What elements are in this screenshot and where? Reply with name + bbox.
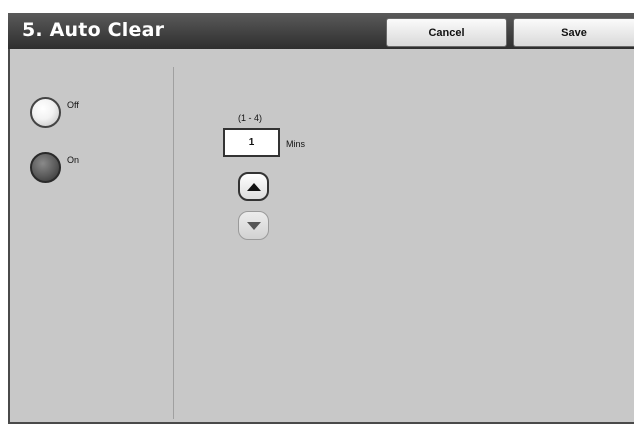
increment-button[interactable] (238, 172, 269, 201)
cancel-button[interactable]: Cancel (386, 18, 507, 47)
minutes-value-field[interactable]: 1 (223, 128, 280, 157)
page-title: 5. Auto Clear (22, 19, 165, 41)
unit-label: Mins (286, 139, 306, 149)
triangle-up-icon (246, 182, 261, 191)
dialog-panel (8, 13, 634, 424)
save-button[interactable]: Save (513, 18, 634, 47)
on-label: On (67, 155, 80, 165)
triangle-down-icon (246, 221, 261, 230)
on-radio-button[interactable] (30, 152, 61, 183)
decrement-button[interactable] (238, 211, 269, 240)
off-label: Off (67, 100, 79, 110)
panel-divider (173, 67, 174, 419)
value-range-hint: (1 - 4) (238, 113, 263, 123)
off-radio-button[interactable] (30, 97, 61, 128)
